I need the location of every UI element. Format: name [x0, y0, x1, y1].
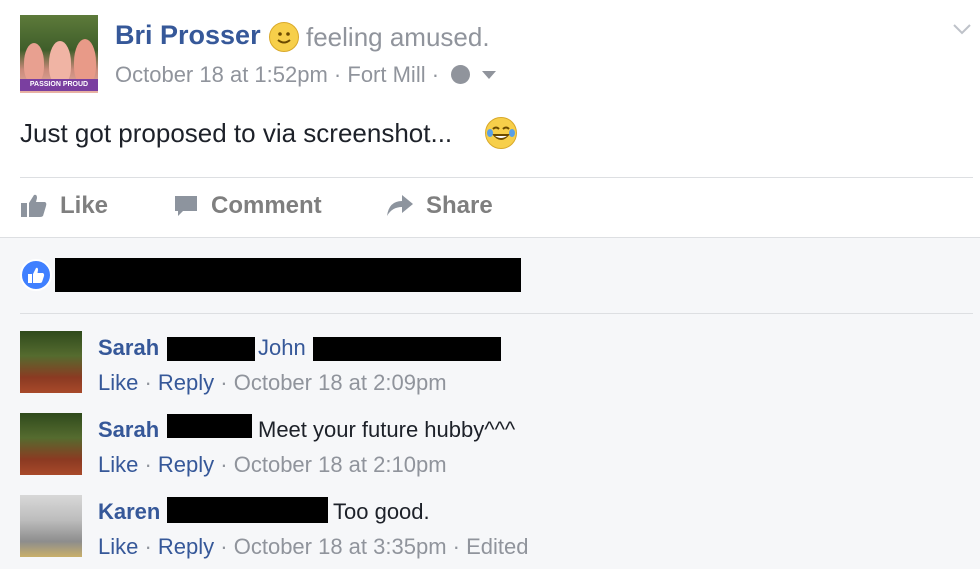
- redaction-bar: [313, 337, 501, 361]
- redaction-bar: [167, 337, 255, 361]
- like-button[interactable]: Like: [20, 192, 108, 220]
- comment-reply-link[interactable]: Reply: [158, 452, 214, 477]
- comment-text: Meet your future hubby^^^: [258, 417, 516, 442]
- like-reaction-icon[interactable]: [20, 259, 52, 291]
- author-avatar[interactable]: PASSION PROUD: [20, 15, 98, 93]
- avatar-banner: PASSION PROUD: [20, 79, 98, 91]
- commenter-avatar[interactable]: [20, 413, 82, 475]
- post-location[interactable]: Fort Mill: [347, 62, 425, 87]
- laughing-tears-emoji-icon: [485, 117, 517, 149]
- comment-meta: Like · Reply · October 18 at 3:35pm · Ed…: [98, 534, 529, 559]
- share-button[interactable]: Share: [386, 192, 493, 220]
- commenter-avatar[interactable]: [20, 331, 82, 393]
- chevron-down-icon[interactable]: [952, 22, 972, 41]
- commenter-name[interactable]: Karen: [98, 499, 160, 525]
- comment-reply-link[interactable]: Reply: [158, 534, 214, 559]
- edited-label[interactable]: Edited: [466, 534, 528, 559]
- share-label: Share: [426, 192, 493, 219]
- comment-reply-link[interactable]: Reply: [158, 370, 214, 395]
- redaction-bar: [167, 497, 328, 523]
- comment-timestamp[interactable]: October 18 at 2:09pm: [234, 370, 447, 395]
- globe-icon[interactable]: [451, 65, 471, 84]
- post-text: Just got proposed to via screenshot...: [20, 118, 453, 148]
- post-timestamp[interactable]: October 18 at 1:52pm: [115, 62, 328, 87]
- comment-timestamp[interactable]: October 18 at 3:35pm: [234, 534, 447, 559]
- meta-separator: ·: [431, 62, 440, 87]
- commenter-name[interactable]: Sarah: [98, 417, 159, 443]
- share-arrow-icon: [387, 195, 413, 216]
- post-action-bar: Like Comment Share: [0, 178, 980, 236]
- commenter-avatar[interactable]: [20, 495, 82, 557]
- tagged-person[interactable]: John: [258, 335, 306, 361]
- comment-timestamp[interactable]: October 18 at 2:10pm: [234, 452, 447, 477]
- comment-bubble-icon: [175, 196, 197, 216]
- feeling-text: feeling amused.: [306, 22, 490, 52]
- comment-meta: Like · Reply · October 18 at 2:10pm: [98, 452, 447, 477]
- comment-like-link[interactable]: Like: [98, 534, 138, 559]
- comment-label: Comment: [211, 192, 322, 219]
- post-author-name[interactable]: Bri Prosser: [115, 20, 261, 51]
- comment-like-link[interactable]: Like: [98, 370, 138, 395]
- redaction-bar: [55, 258, 521, 292]
- caret-down-icon[interactable]: [482, 71, 497, 79]
- redaction-bar: [167, 414, 252, 438]
- meta-separator: ·: [333, 62, 342, 87]
- like-label: Like: [60, 192, 109, 219]
- comment-text: Too good.: [333, 499, 430, 524]
- comment-like-link[interactable]: Like: [98, 452, 138, 477]
- thumbs-up-icon: [21, 194, 47, 217]
- smiley-icon: [269, 22, 299, 52]
- divider: [20, 313, 973, 314]
- comment-button[interactable]: Comment: [173, 192, 322, 220]
- comment-meta: Like · Reply · October 18 at 2:09pm: [98, 370, 447, 395]
- post-meta: October 18 at 1:52pm · Fort Mill ·: [115, 62, 497, 88]
- commenter-name[interactable]: Sarah: [98, 335, 159, 361]
